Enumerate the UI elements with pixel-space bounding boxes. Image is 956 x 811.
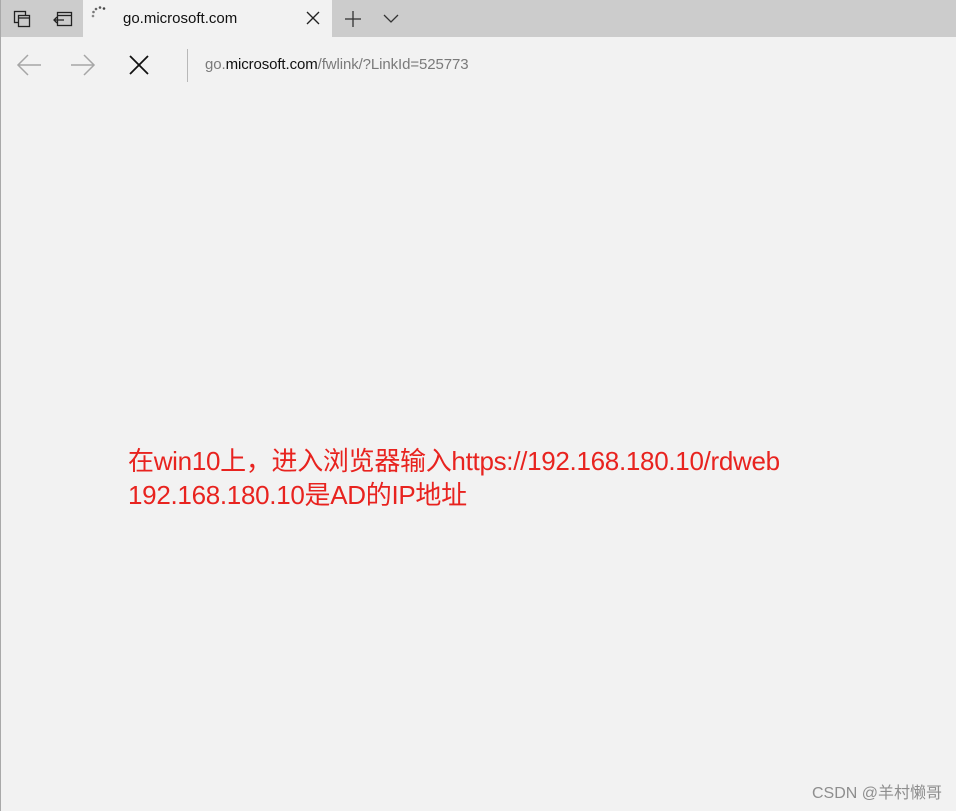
stop-icon[interactable] [123,49,155,81]
tab-manager-icon[interactable] [2,0,42,37]
tab-strip: go.microsoft.com [1,0,956,37]
watermark: CSDN @羊村懒哥 [811,785,942,802]
loading-spinner-icon [91,6,106,18]
address-domain: microsoft.com [225,56,318,73]
forward-arrow-icon[interactable] [67,49,99,81]
back-arrow-icon[interactable] [13,49,45,81]
set-aside-tabs-icon[interactable] [43,0,83,37]
address-separator [187,49,188,82]
annotation-line-1: 在win10上，进入浏览器输入https://192.168.180.10/rd… [128,446,780,476]
tab-title: go.microsoft.com [123,10,238,27]
address-path: /fwlink/?LinkId=525773 [317,56,469,73]
address-bar[interactable]: go.microsoft.com/fwlink/?LinkId=525773 [205,56,469,73]
navigation-bar: go.microsoft.com/fwlink/?LinkId=525773 [1,37,956,93]
annotation-text: 在win10上，进入浏览器输入https://192.168.180.10/rd… [128,444,780,512]
tab-active[interactable]: go.microsoft.com [83,0,332,37]
browser-window: go.microsoft.com go.microsoft.com/fwlink… [0,0,956,811]
chevron-down-icon[interactable] [375,0,407,37]
plus-icon[interactable] [337,0,369,37]
annotation-line-2: 192.168.180.10是AD的IP地址 [128,480,467,510]
close-icon[interactable] [302,7,324,29]
address-prefix: go. [205,56,226,73]
